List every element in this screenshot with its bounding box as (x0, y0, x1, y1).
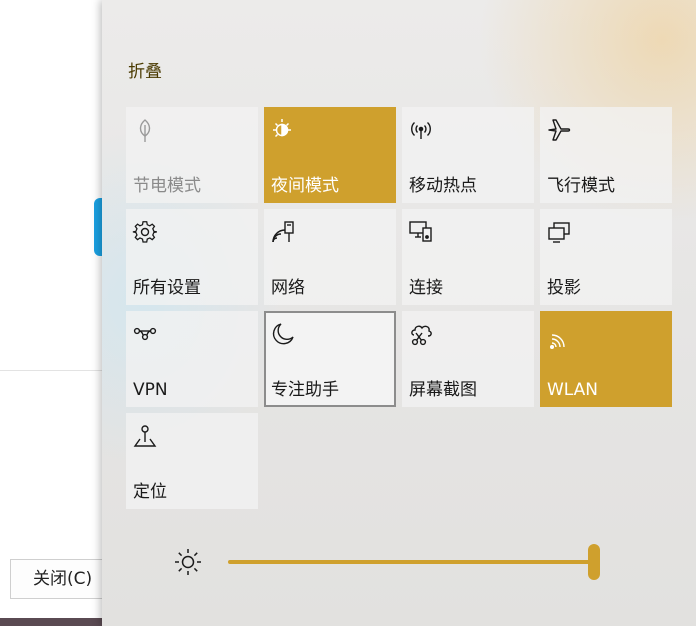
taskbar-strip (0, 618, 102, 626)
tile-label: 节电模式 (133, 176, 201, 196)
tile-label: 专注助手 (271, 380, 339, 400)
night-light-icon (270, 117, 296, 143)
tile-label: 屏幕截图 (409, 380, 477, 400)
moon-icon (270, 321, 296, 347)
tile-label: 投影 (547, 278, 581, 298)
project-icon (546, 219, 572, 245)
tile-label: 网络 (271, 278, 305, 298)
tile-network[interactable]: 网络 (264, 209, 396, 305)
tile-focus-assist[interactable]: 专注助手 (264, 311, 396, 407)
tile-project[interactable]: 投影 (540, 209, 672, 305)
tile-label: 连接 (409, 278, 443, 298)
tile-label: 所有设置 (133, 278, 201, 298)
tile-airplane-mode[interactable]: 飞行模式 (540, 107, 672, 203)
leaf-icon (132, 117, 158, 143)
tile-label: 定位 (133, 482, 167, 502)
gear-icon (132, 219, 158, 245)
background-window (0, 0, 102, 626)
tile-label: 飞行模式 (547, 176, 615, 196)
screen-snip-icon (408, 321, 434, 347)
wifi-icon (546, 327, 572, 353)
tile-connect[interactable]: 连接 (402, 209, 534, 305)
hotspot-icon (408, 117, 434, 143)
tile-wlan[interactable]: WLAN (540, 311, 672, 407)
connect-icon (408, 219, 434, 245)
location-icon (132, 423, 158, 449)
sun-icon (173, 547, 203, 577)
tile-label: VPN (133, 380, 168, 400)
tile-location[interactable]: 定位 (126, 413, 258, 509)
network-icon (270, 219, 296, 245)
action-center-panel: 折叠 节电模式 夜间模式 移动热点 飞行模式 所有设置 网络 连接 投影 VPN… (102, 0, 696, 626)
brightness-slider-thumb[interactable] (588, 544, 600, 580)
tile-mobile-hotspot[interactable]: 移动热点 (402, 107, 534, 203)
vpn-icon (132, 321, 158, 347)
tile-battery-saver[interactable]: 节电模式 (126, 107, 258, 203)
tile-night-light[interactable]: 夜间模式 (264, 107, 396, 203)
tile-vpn[interactable]: VPN (126, 311, 258, 407)
tile-all-settings[interactable]: 所有设置 (126, 209, 258, 305)
collapse-link[interactable]: 折叠 (128, 57, 162, 82)
airplane-icon (546, 117, 572, 143)
tile-label: 夜间模式 (271, 176, 339, 196)
divider (0, 370, 102, 371)
tile-label: WLAN (547, 380, 599, 400)
tile-screen-snip[interactable]: 屏幕截图 (402, 311, 534, 407)
brightness-slider-track[interactable] (228, 560, 590, 564)
tile-label: 移动热点 (409, 176, 477, 196)
